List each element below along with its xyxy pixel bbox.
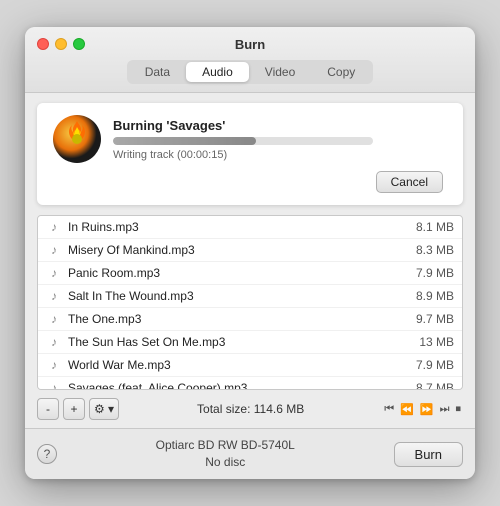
track-list: ♪ In Ruins.mp3 8.1 MB ♪ Misery Of Mankin…: [37, 215, 463, 390]
tab-data[interactable]: Data: [129, 62, 186, 82]
help-button[interactable]: ?: [37, 444, 57, 464]
track-size: 7.9 MB: [416, 358, 454, 372]
table-row: ♪ Panic Room.mp3 7.9 MB: [38, 262, 462, 285]
minimize-button[interactable]: [55, 38, 67, 50]
tab-audio[interactable]: Audio: [186, 62, 249, 82]
flame-icon: [65, 119, 89, 147]
track-size: 8.7 MB: [416, 381, 454, 390]
music-icon: ♪: [46, 311, 62, 327]
track-size: 8.3 MB: [416, 243, 454, 257]
drive-info: Optiarc BD RW BD-5740L No disc: [57, 437, 394, 471]
stop-button[interactable]: ⏹: [454, 402, 464, 417]
progress-bar-track: [113, 137, 373, 145]
titlebar: Burn Data Audio Video Copy: [25, 27, 475, 93]
track-name: The One.mp3: [68, 312, 408, 326]
tab-bar: Data Audio Video Copy: [127, 60, 374, 84]
track-name: Misery Of Mankind.mp3: [68, 243, 408, 257]
window-title: Burn: [235, 37, 265, 52]
progress-info: Burning 'Savages' Writing track (00:00:1…: [113, 118, 373, 161]
toolbar-row: - + ⚙ ▾ Total size: 114.6 MB ⏮ ⏪ ⏩ ⏭ ⏹: [25, 390, 475, 428]
drive-status: No disc: [57, 454, 394, 471]
next-button[interactable]: ⏩: [418, 402, 436, 417]
cancel-row: Cancel: [53, 171, 447, 193]
table-row: ♪ World War Me.mp3 7.9 MB: [38, 354, 462, 377]
progress-bar-fill: [113, 137, 256, 145]
table-row: ♪ Savages (feat. Alice Cooper).mp3 8.7 M…: [38, 377, 462, 390]
close-button[interactable]: [37, 38, 49, 50]
table-row: ♪ Salt In The Wound.mp3 8.9 MB: [38, 285, 462, 308]
table-row: ♪ Misery Of Mankind.mp3 8.3 MB: [38, 239, 462, 262]
add-track-button[interactable]: +: [63, 398, 85, 420]
track-name: In Ruins.mp3: [68, 220, 408, 234]
music-icon: ♪: [46, 265, 62, 281]
track-name: Savages (feat. Alice Cooper).mp3: [68, 381, 408, 390]
progress-header: Burning 'Savages' Writing track (00:00:1…: [53, 115, 447, 163]
table-row: ♪ The Sun Has Set On Me.mp3 13 MB: [38, 331, 462, 354]
playback-controls: ⏮ ⏪ ⏩ ⏭ ⏹: [382, 402, 463, 417]
tab-video[interactable]: Video: [249, 62, 311, 82]
total-size-label: Total size: 114.6 MB: [123, 402, 378, 416]
music-icon: ♪: [46, 334, 62, 350]
track-size: 8.9 MB: [416, 289, 454, 303]
burn-window: Burn Data Audio Video Copy Burning 'Sava…: [25, 27, 475, 479]
table-row: ♪ The One.mp3 9.7 MB: [38, 308, 462, 331]
settings-button[interactable]: ⚙ ▾: [89, 398, 119, 420]
maximize-button[interactable]: [73, 38, 85, 50]
bottom-bar: ? Optiarc BD RW BD-5740L No disc Burn: [25, 428, 475, 479]
track-size: 7.9 MB: [416, 266, 454, 280]
cancel-button[interactable]: Cancel: [376, 171, 443, 193]
forward-button[interactable]: ⏭: [438, 402, 452, 417]
disc-icon: [53, 115, 101, 163]
track-name: The Sun Has Set On Me.mp3: [68, 335, 411, 349]
music-icon: ♪: [46, 219, 62, 235]
track-size: 8.1 MB: [416, 220, 454, 234]
track-size: 13 MB: [419, 335, 454, 349]
music-icon: ♪: [46, 380, 62, 390]
music-icon: ♪: [46, 288, 62, 304]
progress-title: Burning 'Savages': [113, 118, 373, 133]
progress-status: Writing track (00:00:15): [113, 149, 373, 161]
table-row: ♪ In Ruins.mp3 8.1 MB: [38, 216, 462, 239]
track-name: World War Me.mp3: [68, 358, 408, 372]
prev-button[interactable]: ⏪: [398, 402, 416, 417]
progress-overlay: Burning 'Savages' Writing track (00:00:1…: [37, 103, 463, 205]
traffic-lights: [37, 38, 85, 50]
tab-copy[interactable]: Copy: [311, 62, 371, 82]
music-icon: ♪: [46, 357, 62, 373]
track-name: Panic Room.mp3: [68, 266, 408, 280]
track-name: Salt In The Wound.mp3: [68, 289, 408, 303]
track-size: 9.7 MB: [416, 312, 454, 326]
remove-track-button[interactable]: -: [37, 398, 59, 420]
burn-button[interactable]: Burn: [394, 442, 463, 467]
music-icon: ♪: [46, 242, 62, 258]
drive-name: Optiarc BD RW BD-5740L: [57, 437, 394, 454]
rewind-button[interactable]: ⏮: [382, 402, 396, 417]
